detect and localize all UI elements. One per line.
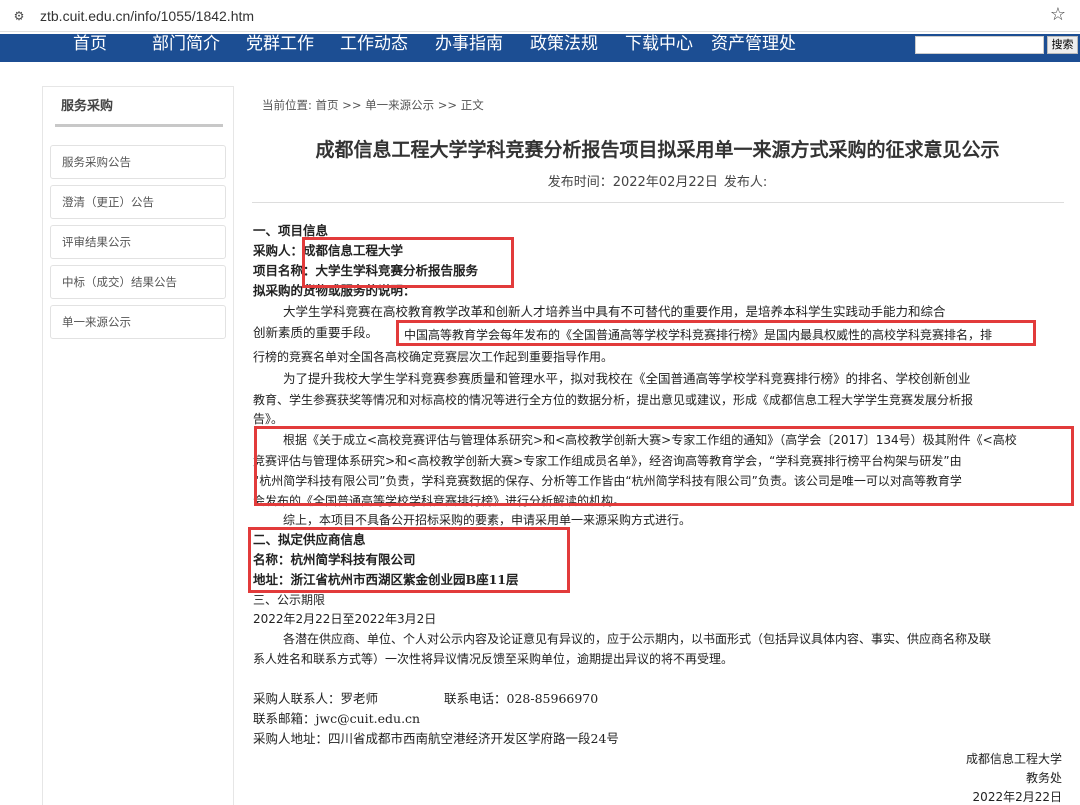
- sidebar-item-review-result[interactable]: 评审结果公示: [50, 225, 226, 259]
- paragraph-line: 大学生学科竞赛在高校教育教学改革和创新人才培养当中具有不可替代的重要作用，是培养…: [283, 304, 946, 319]
- main-nav: 首页 部门简介 党群工作 工作动态 办事指南 政策法规 下载中心 资产管理处 搜…: [0, 34, 1080, 62]
- paragraph-line: 竞赛评估与管理体系研究>和<高校教学创新大赛>专家工作组成员名单》，经咨询高等教…: [253, 454, 962, 468]
- paragraph-line: 中国高等教育学会每年发布的《全国普通高等学校学科竞赛排行榜》是国内最具权威性的高…: [404, 328, 993, 342]
- section-heading: 二、拟定供应商信息: [253, 532, 366, 547]
- paragraph-line: 教育、学生参赛获奖等情况和对标高校的情况等进行全方位的数据分析，提出意见或建议，…: [253, 393, 974, 407]
- url-text[interactable]: ztb.cuit.edu.cn/info/1055/1842.htm: [40, 6, 254, 26]
- sidebar: 服务采购 服务采购公告 澄清（更正）公告 评审结果公示 中标（成交）结果公告 单…: [42, 86, 234, 805]
- supplier-address-line: 地址：浙江省杭州市西湖区紫金创业园B座11层: [253, 572, 519, 587]
- publish-time: 发布时间：2022年02月22日: [547, 175, 718, 190]
- contact-person: 采购人联系人：罗老师: [253, 691, 379, 706]
- site-settings-icon[interactable]: ⚙: [10, 7, 28, 25]
- paragraph-line: 系人姓名和联系方式等）一次性将异议情况反馈至采购单位，逾期提出异议的将不再受理。: [253, 652, 734, 666]
- publisher: 发布人:: [723, 175, 768, 190]
- paragraph-line: 创新素质的重要手段。: [253, 325, 379, 340]
- purchaser-line: 采购人：成都信息工程大学: [253, 243, 404, 258]
- period-line: 2022年2月22日至2022年3月2日: [253, 612, 437, 626]
- contact-phone: 联系电话：028-85966970: [444, 691, 599, 706]
- paragraph-line: 告》。: [253, 412, 284, 426]
- divider: [252, 202, 1064, 203]
- sidebar-item-single-source[interactable]: 单一来源公示: [50, 305, 226, 339]
- nav-item-news[interactable]: 工作动态: [340, 34, 408, 56]
- nav-item-asset[interactable]: 资产管理处: [711, 34, 796, 56]
- paragraph-line: 为了提升我校大学生学科竞赛参赛质量和管理水平，拟对我校在《全国普通高等学校学科竞…: [283, 371, 971, 386]
- nav-item-policy[interactable]: 政策法规: [530, 34, 598, 56]
- breadcrumb-path[interactable]: 首页 >> 单一来源公示 >> 正文: [316, 98, 484, 112]
- signature-dept: 教务处: [1025, 771, 1062, 785]
- section-heading: 三、公示期限: [253, 593, 326, 607]
- breadcrumb-label: 当前位置:: [262, 98, 312, 112]
- sidebar-item-clarification[interactable]: 澄清（更正）公告: [50, 185, 226, 219]
- sidebar-title: 服务采购: [55, 87, 223, 127]
- bookmark-star-icon[interactable]: ☆: [1050, 4, 1066, 25]
- project-name-line: 项目名称：大学生学科竞赛分析报告服务: [253, 263, 479, 278]
- contact-email: 联系邮箱：jwc@cuit.edu.cn: [253, 711, 421, 726]
- section-heading: 一、项目信息: [253, 223, 329, 238]
- nav-item-home[interactable]: 首页: [73, 34, 107, 56]
- search-button[interactable]: 搜索: [1047, 36, 1078, 54]
- sidebar-item-service-purchase[interactable]: 服务采购公告: [50, 145, 226, 179]
- paragraph-line: “杭州简学科技有限公司”负责，学科竞赛数据的保存、分析等工作皆由“杭州简学科技有…: [253, 474, 962, 488]
- search-input[interactable]: [915, 36, 1044, 54]
- signature-org: 成都信息工程大学: [965, 752, 1062, 766]
- breadcrumb: 当前位置: 首页 >> 单一来源公示 >> 正文: [262, 97, 484, 113]
- description-heading: 拟采购的货物或服务的说明：: [253, 283, 416, 298]
- paragraph-line: 会发布的《全国普通高等学校学科竞赛排行榜》进行分析解读的机构。: [253, 494, 626, 508]
- signature-date: 2022年2月22日: [972, 790, 1062, 804]
- paragraph-line: 综上，本项目不具备公开招标采购的要素，申请采用单一来源采购方式进行。: [283, 513, 692, 527]
- nav-item-party[interactable]: 党群工作: [246, 34, 314, 56]
- page-title: 成都信息工程大学学科竞赛分析报告项目拟采用单一来源方式采购的征求意见公示: [315, 139, 1000, 161]
- paragraph-line: 根据《关于成立<高校竞赛评估与管理体系研究>和<高校教学创新大赛>专家工作组的通…: [283, 433, 1017, 447]
- browser-address-bar[interactable]: ⚙ ztb.cuit.edu.cn/info/1055/1842.htm ☆: [0, 0, 1080, 32]
- sidebar-item-award-result[interactable]: 中标（成交）结果公告: [50, 265, 226, 299]
- nav-item-download[interactable]: 下载中心: [625, 34, 693, 56]
- paragraph-line: 各潜在供应商、单位、个人对公示内容及论证意见有异议的，应于公示期内，以书面形式（…: [283, 632, 992, 646]
- contact-address: 采购人地址：四川省成都市西南航空港经济开发区学府路一段24号: [253, 731, 619, 746]
- publish-info: 发布时间：2022年02月22日 发布人:: [250, 174, 1065, 192]
- nav-item-guide[interactable]: 办事指南: [435, 34, 503, 56]
- paragraph-line: 行榜的竞赛名单对全国各高校确定竞赛层次工作起到重要指导作用。: [253, 350, 614, 364]
- supplier-name-line: 名称：杭州简学科技有限公司: [253, 552, 416, 567]
- nav-item-department[interactable]: 部门简介: [152, 34, 220, 56]
